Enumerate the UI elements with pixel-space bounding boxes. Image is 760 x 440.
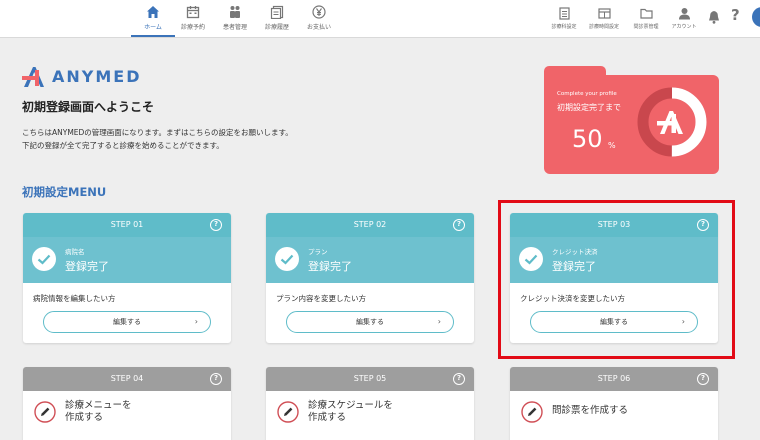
- pencil-icon: [277, 401, 299, 423]
- section-title: 初期設定MENU: [22, 185, 107, 199]
- step-status: 病院名 登録完了: [23, 237, 231, 283]
- step-label: STEP 02: [353, 220, 387, 229]
- nav-appointments[interactable]: 診療予約: [171, 5, 215, 31]
- step-card-01: STEP 01? 病院名 登録完了 病院情報を編集したい方 編集する ›: [23, 213, 231, 343]
- edit-button[interactable]: 編集する ›: [286, 311, 454, 333]
- home-icon: [147, 6, 159, 18]
- step-description: プラン内容を変更したい方: [276, 294, 366, 303]
- nav-department-settings-label: 診療科設定: [551, 24, 577, 30]
- step-header: STEP 04?: [23, 367, 231, 391]
- patients-icon: [230, 6, 240, 18]
- nav-payments-label: お支払い: [306, 24, 331, 31]
- yen-icon: [312, 5, 326, 19]
- step-task-label: 問診票を作成する: [552, 405, 628, 417]
- anymed-logo: [22, 67, 44, 87]
- page-title: 初期登録画面へようこそ: [22, 100, 155, 114]
- step-card-04[interactable]: STEP 04? 診療メニューを 作成する: [23, 367, 231, 440]
- nav-account[interactable]: アカウント: [664, 7, 704, 30]
- nav-questionnaire-management-label: 問診票管理: [633, 24, 659, 30]
- step-03-highlight-frame: [498, 200, 735, 359]
- bell-icon[interactable]: [708, 10, 720, 24]
- nav-account-label: アカウント: [671, 24, 697, 30]
- step-label: STEP 06: [597, 374, 631, 383]
- step-header: STEP 02?: [266, 213, 474, 237]
- chevron-right-icon: ›: [437, 317, 441, 326]
- schedule-icon: [597, 8, 611, 19]
- nav-department-settings[interactable]: 診療科設定: [544, 7, 584, 30]
- step-task-label: 診療メニューを 作成する: [65, 400, 132, 424]
- nav-hours-settings[interactable]: 診療時間設定: [584, 7, 624, 30]
- progress-unit: %: [608, 141, 616, 150]
- step-label: STEP 01: [110, 220, 144, 229]
- task-line-2: 作成する: [65, 412, 104, 423]
- step-label: STEP 05: [353, 374, 387, 383]
- step-card-05[interactable]: STEP 05? 診療スケジュールを 作成する: [266, 367, 474, 440]
- top-navigation: ホーム 診療予約 患者管理 診療履歴 お支払い 診療科設定 診療時間設定 問診票…: [0, 0, 760, 38]
- step-card-02: STEP 02? プラン 登録完了 プラン内容を変更したい方 編集する ›: [266, 213, 474, 343]
- step-sub-label: 病院名: [65, 248, 85, 256]
- nav-patients-label: 患者管理: [222, 24, 247, 31]
- nav-patients[interactable]: 患者管理: [213, 5, 257, 31]
- task-line-1: 診療メニューを: [65, 400, 132, 411]
- step-header: STEP 05?: [266, 367, 474, 391]
- pencil-icon: [34, 401, 56, 423]
- step-header: STEP 01?: [23, 213, 231, 237]
- step-card-06[interactable]: STEP 06? 問診票を作成する: [510, 367, 718, 440]
- calendar-icon: [186, 6, 200, 19]
- nav-home[interactable]: ホーム: [131, 5, 175, 37]
- nav-hours-settings-label: 診療時間設定: [588, 24, 619, 30]
- step-status: プラン 登録完了: [266, 237, 474, 283]
- step-label: STEP 04: [110, 374, 144, 383]
- task-line-1: 診療スケジュールを: [308, 400, 393, 411]
- chevron-right-icon: ›: [194, 317, 198, 326]
- account-icon: [678, 8, 690, 20]
- step-sub-label: プラン: [308, 248, 328, 256]
- edit-button[interactable]: 編集する ›: [43, 311, 211, 333]
- avatar[interactable]: [752, 7, 760, 27]
- task-line-1: 問診票を作成する: [552, 405, 629, 416]
- intro-line-2: 下記の登録が全て完了すると診療を始めることができます。: [22, 141, 224, 150]
- step-header: STEP 06?: [510, 367, 718, 391]
- nav-home-label: ホーム: [144, 24, 162, 31]
- progress-small-label: Complete your profile: [557, 91, 617, 97]
- help-button[interactable]: ?: [731, 6, 740, 24]
- folder-icon: [639, 8, 653, 19]
- task-line-2: 作成する: [308, 412, 347, 423]
- help-circle-icon[interactable]: ?: [210, 219, 222, 231]
- nav-payments[interactable]: お支払い: [297, 5, 341, 31]
- step-task-label: 診療スケジュールを 作成する: [308, 400, 393, 424]
- progress-ring: [637, 87, 707, 157]
- check-circle-icon: [32, 247, 56, 271]
- nav-questionnaire-management[interactable]: 問診票管理: [626, 7, 666, 30]
- intro-line-1: こちらはANYMEDの管理画面になります。まずはこちらの設定をお願いします。: [22, 128, 293, 137]
- nav-history-label: 診療履歴: [264, 24, 289, 31]
- ring-logo-icon: [657, 111, 683, 134]
- nav-history[interactable]: 診療履歴: [255, 5, 299, 31]
- progress-title: 初期設定完了まで: [557, 103, 621, 112]
- history-icon: [270, 5, 284, 19]
- help-circle-icon[interactable]: ?: [453, 219, 465, 231]
- nav-appointments-label: 診療予約: [180, 24, 205, 31]
- logo-text: ANYMED: [52, 67, 142, 86]
- edit-button-label: 編集する: [113, 318, 141, 326]
- document-icon: [558, 7, 570, 20]
- profile-progress-card: Complete your profile 初期設定完了まで 50 %: [544, 66, 719, 174]
- progress-percent: 50: [572, 125, 603, 153]
- help-circle-icon[interactable]: ?: [453, 373, 465, 385]
- check-circle-icon: [275, 247, 299, 271]
- step-status-label: 登録完了: [65, 260, 109, 273]
- step-description: 病院情報を編集したい方: [33, 294, 116, 303]
- help-circle-icon[interactable]: ?: [210, 373, 222, 385]
- intro-text: こちらはANYMEDの管理画面になります。まずはこちらの設定をお願いします。 下…: [22, 126, 422, 152]
- pencil-icon: [521, 401, 543, 423]
- edit-button-label: 編集する: [356, 318, 384, 326]
- step-status-label: 登録完了: [308, 260, 352, 273]
- help-circle-icon[interactable]: ?: [697, 373, 709, 385]
